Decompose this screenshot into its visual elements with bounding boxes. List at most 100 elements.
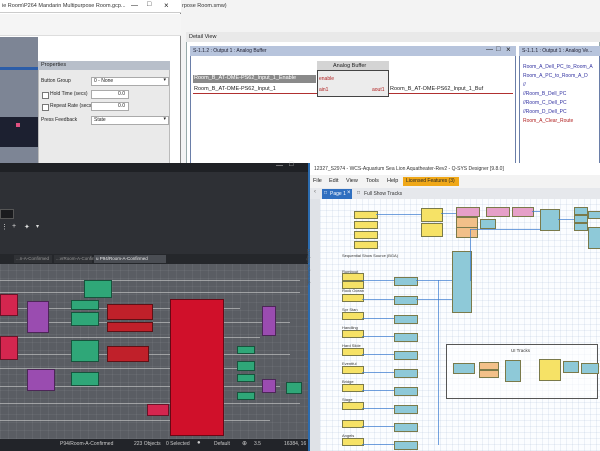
- green-block[interactable]: [237, 361, 255, 371]
- minimize-icon[interactable]: —: [486, 46, 493, 53]
- signal-enable-highlight[interactable]: Room_B_AT-OME-PS62_Input_1_Enable: [193, 75, 316, 83]
- green-block[interactable]: [237, 374, 255, 382]
- menu-edit[interactable]: Edit: [329, 178, 338, 184]
- player-block[interactable]: [394, 405, 418, 414]
- maximize-icon[interactable]: □: [289, 161, 293, 168]
- zoom-icon[interactable]: ⊕: [242, 440, 247, 447]
- control-block[interactable]: [342, 273, 364, 281]
- control-block[interactable]: [342, 330, 364, 338]
- control-block[interactable]: [421, 208, 443, 222]
- maximize-icon[interactable]: □: [496, 46, 500, 53]
- green-block[interactable]: [71, 300, 99, 310]
- control-block[interactable]: [354, 231, 378, 239]
- control-block[interactable]: [539, 359, 561, 381]
- control-block[interactable]: [342, 438, 364, 446]
- teal-block[interactable]: [581, 363, 599, 374]
- signal-input-name[interactable]: Room_B_AT-OME-PS62_Input_1: [194, 86, 276, 92]
- green-block[interactable]: [71, 340, 99, 362]
- minimize-icon[interactable]: —: [276, 162, 283, 169]
- teal-block[interactable]: [574, 223, 588, 231]
- close-icon[interactable]: ×: [506, 45, 511, 54]
- control-block[interactable]: [342, 402, 364, 410]
- red-block[interactable]: [0, 294, 18, 316]
- player-block[interactable]: [394, 333, 418, 342]
- control-block[interactable]: [342, 420, 364, 428]
- symbol-window-titlebar[interactable]: S-1.1.2 : Output 1 : Analog Buffer — □ ×: [190, 45, 516, 56]
- repeat-rate-field[interactable]: 0.0: [91, 102, 129, 111]
- dark-dropdown[interactable]: [0, 209, 14, 219]
- qsys-schematic-canvas[interactable]: Sequential Show Source (BGA) Rumbout Roc…: [320, 199, 600, 451]
- purple-block[interactable]: [262, 379, 276, 393]
- hold-time-field[interactable]: 0.0: [91, 90, 129, 99]
- signal-output-name[interactable]: Room_B_AT-OME-PS62_Input_1_Buf: [390, 86, 483, 92]
- teal-block[interactable]: [505, 360, 521, 382]
- player-block[interactable]: [394, 351, 418, 360]
- button-group-select[interactable]: 0 - None ▾: [91, 77, 169, 86]
- teal-block[interactable]: [453, 363, 475, 374]
- control-block[interactable]: [342, 348, 364, 356]
- control-block[interactable]: [354, 241, 378, 249]
- mixer-block[interactable]: [452, 251, 472, 313]
- purple-block[interactable]: [262, 306, 276, 336]
- signal-list-item[interactable]: Room_A_Dell_PC_to_Room_A: [523, 64, 593, 70]
- signal-list-item[interactable]: //Room_C_Dell_PC: [523, 100, 567, 106]
- green-block[interactable]: [237, 346, 255, 354]
- teal-block[interactable]: [480, 219, 496, 229]
- green-block[interactable]: [84, 280, 112, 298]
- purple-block[interactable]: [27, 301, 49, 333]
- control-block[interactable]: [342, 281, 364, 289]
- player-block[interactable]: [394, 369, 418, 378]
- teal-block[interactable]: [588, 227, 600, 249]
- press-feedback-select[interactable]: State ▾: [91, 116, 169, 125]
- teal-block[interactable]: [540, 209, 560, 231]
- signal-list-item[interactable]: Room_A_PC_to_Room_A_D: [523, 73, 588, 79]
- menu-help[interactable]: Help: [387, 178, 398, 184]
- buffer-enable-port[interactable]: enable: [319, 76, 334, 82]
- green-block[interactable]: [286, 382, 302, 394]
- orange-block[interactable]: [479, 362, 499, 370]
- player-block[interactable]: [394, 296, 418, 305]
- wrench-icon[interactable]: ✦: [24, 223, 30, 231]
- red-block[interactable]: [147, 404, 169, 416]
- pink-block[interactable]: [456, 207, 480, 217]
- dark-schematic-canvas[interactable]: [0, 264, 308, 439]
- qsys-side-panel[interactable]: Design Schematic: [306, 199, 320, 451]
- minimize-icon[interactable]: —: [131, 2, 138, 9]
- green-block[interactable]: [237, 392, 255, 400]
- globe-icon[interactable]: ●: [197, 440, 201, 446]
- red-block[interactable]: [107, 346, 149, 362]
- player-block[interactable]: [394, 277, 418, 286]
- control-block[interactable]: [354, 211, 378, 219]
- teal-block[interactable]: [563, 361, 579, 373]
- menu-view[interactable]: View: [346, 178, 358, 184]
- large-red-block[interactable]: [170, 299, 224, 436]
- control-block[interactable]: [354, 221, 378, 229]
- add-icon[interactable]: +: [12, 223, 16, 230]
- repeat-rate-checkbox[interactable]: [42, 104, 49, 111]
- teal-block[interactable]: [588, 211, 600, 219]
- control-block[interactable]: [342, 294, 364, 302]
- chevron-left-icon[interactable]: ‹: [314, 189, 316, 195]
- toolbar-icon[interactable]: ⋮: [1, 223, 8, 231]
- close-icon[interactable]: ×: [347, 190, 351, 196]
- buffer-aout1-port[interactable]: aout1: [372, 87, 385, 93]
- orange-block[interactable]: [479, 370, 499, 378]
- player-block[interactable]: [394, 441, 418, 450]
- symbol-window2-titlebar[interactable]: S-1.1.1 : Output 1 : Analog Ve...: [519, 46, 600, 56]
- teal-block[interactable]: [574, 207, 588, 215]
- signal-list-item[interactable]: Room_A_Clear_Route: [523, 118, 573, 124]
- signal-list-item[interactable]: //Room_B_Dell_PC: [523, 91, 566, 97]
- player-block[interactable]: [394, 423, 418, 432]
- tab-room-a-active[interactable]: u P94/Room-A-Confirmed: [94, 255, 166, 263]
- maximize-icon[interactable]: □: [147, 1, 151, 8]
- control-block[interactable]: [342, 384, 364, 392]
- player-block[interactable]: [394, 315, 418, 324]
- green-block[interactable]: [71, 372, 99, 386]
- menu-file[interactable]: File: [313, 178, 322, 184]
- pink-block[interactable]: [512, 207, 534, 217]
- menu-tools[interactable]: Tools: [366, 178, 379, 184]
- buffer-ain1-port[interactable]: ain1: [319, 87, 328, 93]
- teal-block[interactable]: [574, 215, 588, 223]
- control-block[interactable]: [342, 312, 364, 320]
- green-block[interactable]: [71, 312, 99, 326]
